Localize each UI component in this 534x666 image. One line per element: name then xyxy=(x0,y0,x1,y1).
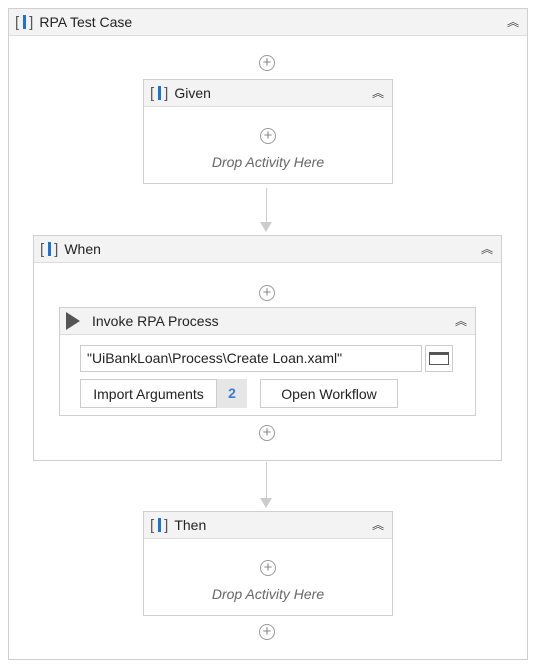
arguments-count-badge: 2 xyxy=(217,379,247,408)
drop-zone[interactable]: Drop Activity Here xyxy=(144,154,392,170)
play-icon xyxy=(66,312,80,330)
then-block: [] Then ︽ + Drop Activity Here xyxy=(143,511,393,616)
drop-zone[interactable]: Drop Activity Here xyxy=(144,586,392,602)
folder-icon xyxy=(429,352,449,365)
add-activity-plus-icon[interactable]: + xyxy=(260,128,276,144)
open-workflow-label: Open Workflow xyxy=(281,385,377,402)
given-title: Given xyxy=(174,85,211,101)
import-arguments-button[interactable]: Import Arguments xyxy=(80,379,217,408)
collapse-icon[interactable]: ︽ xyxy=(455,312,467,329)
when-header[interactable]: [] When ︽ xyxy=(34,236,501,263)
add-activity-plus-icon[interactable]: + xyxy=(260,560,276,576)
collapse-icon[interactable]: ︽ xyxy=(372,84,384,101)
given-header[interactable]: [] Given ︽ xyxy=(144,80,392,107)
when-title: When xyxy=(64,241,101,257)
container-title: RPA Test Case xyxy=(39,14,133,30)
open-workflow-button[interactable]: Open Workflow xyxy=(260,379,398,408)
flow-arrow xyxy=(260,188,272,232)
rpa-test-case-header[interactable]: [] RPA Test Case ︽ xyxy=(9,9,527,36)
then-header[interactable]: [] Then ︽ xyxy=(144,512,392,539)
invoke-title: Invoke RPA Process xyxy=(92,313,219,329)
collapse-icon[interactable]: ︽ xyxy=(507,13,519,30)
add-activity-plus-icon[interactable]: + xyxy=(259,425,275,441)
collapse-icon[interactable]: ︽ xyxy=(481,240,493,257)
workflow-path-input[interactable]: "UiBankLoan\Process\Create Loan.xaml" xyxy=(80,345,422,372)
then-title: Then xyxy=(174,517,207,533)
sequence-icon: [] xyxy=(40,240,59,258)
flow-arrow xyxy=(260,462,272,508)
sequence-icon: [] xyxy=(150,516,169,534)
import-arguments-label: Import Arguments xyxy=(93,385,204,402)
browse-folder-button[interactable] xyxy=(425,345,453,372)
invoke-header[interactable]: Invoke RPA Process ︽ xyxy=(60,308,475,335)
sequence-icon: [] xyxy=(150,84,169,102)
given-block: [] Given ︽ + Drop Activity Here xyxy=(143,79,393,184)
add-activity-plus-icon[interactable]: + xyxy=(259,624,275,640)
add-activity-plus-icon[interactable]: + xyxy=(259,55,275,71)
collapse-icon[interactable]: ︽ xyxy=(372,516,384,533)
sequence-icon: [] xyxy=(15,13,34,31)
add-activity-plus-icon[interactable]: + xyxy=(259,285,275,301)
